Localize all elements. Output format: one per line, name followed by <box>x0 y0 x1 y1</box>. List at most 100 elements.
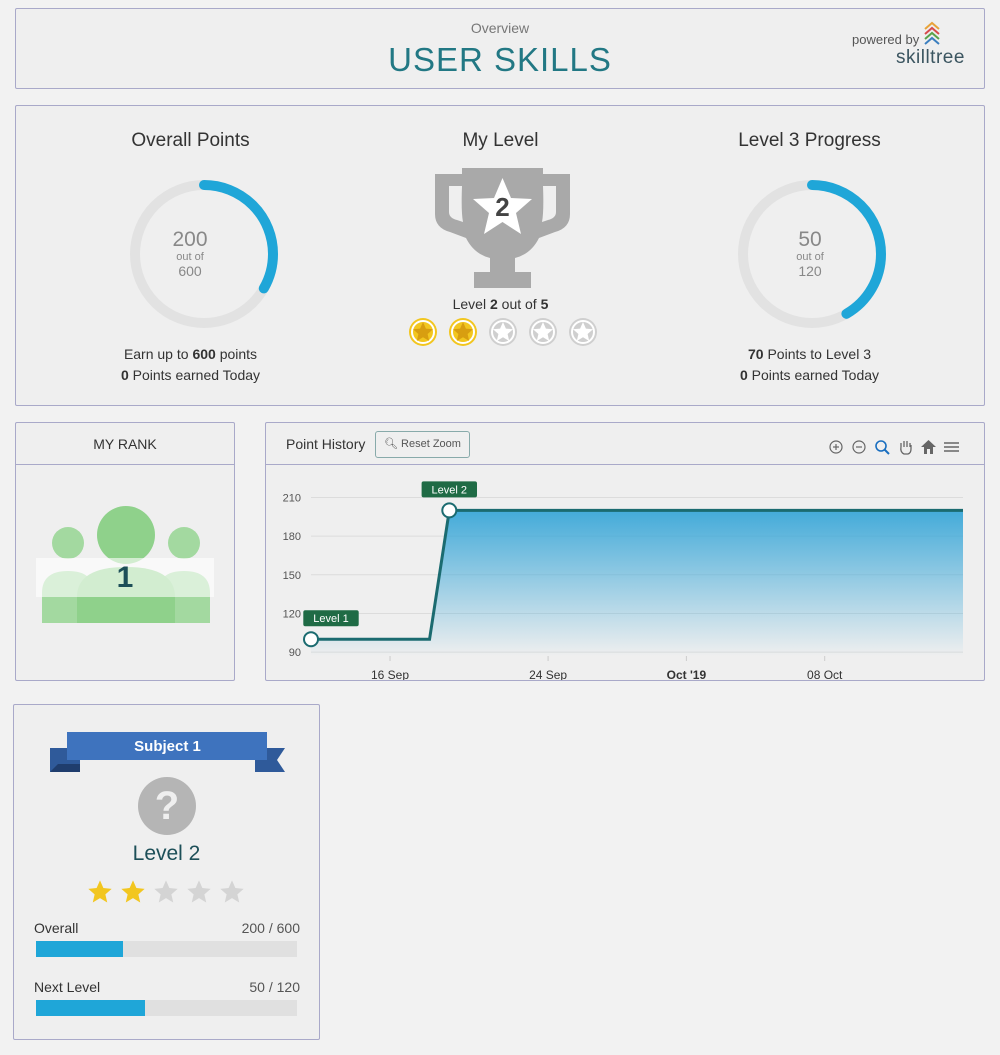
overall-points-panel: Overall Points 200 out of 600 Earn up to… <box>29 106 352 405</box>
page-title: USER SKILLS <box>388 41 612 78</box>
next-level-label: Next Level <box>34 979 101 995</box>
points-remaining-value: 70 <box>748 346 764 362</box>
star-empty-icon <box>529 318 557 346</box>
overall-points-title: Overall Points <box>131 130 250 151</box>
overall-value: 200 / 600 <box>241 920 300 936</box>
overall-points-out-of: out of <box>176 251 204 263</box>
zoom-out-icon[interactable] <box>851 438 868 455</box>
x-tick-label: Oct '19 <box>667 668 707 680</box>
points-to-level-line: 70 Points to Level 3 <box>648 346 971 362</box>
overall-points-total: 600 <box>178 263 202 279</box>
y-tick-label: 120 <box>283 608 301 620</box>
svg-text:Level 2: Level 2 <box>432 484 467 496</box>
star-empty-icon <box>489 318 517 346</box>
star-empty-icon <box>220 880 244 903</box>
point-history-title: Point History <box>286 436 366 452</box>
level-progress-value: 50 <box>798 228 822 251</box>
next-level-value: 50 / 120 <box>249 979 300 995</box>
trophy-level-number: 2 <box>495 192 509 222</box>
reset-zoom-button[interactable]: 🔍︎ Reset Zoom <box>375 431 470 458</box>
pan-icon[interactable] <box>897 438 914 455</box>
subject-card[interactable]: Subject 1 ? Level 2 Overall 200 / 600 Ne… <box>13 704 320 1040</box>
my-level-panel: My Level 2 Level 2 out of 5 <box>339 106 662 405</box>
annotation-label: Level 1 <box>303 610 359 627</box>
point-history-chart[interactable]: 9012015018021016 Sep 24 Sep Oct '19 08 Oct … <box>266 466 984 680</box>
points-today-line: 0 Points earned Today <box>29 367 352 383</box>
my-rank-card[interactable]: MY RANK 1 <box>15 422 235 681</box>
overall-progress-bar <box>36 941 297 957</box>
next-level-progress-fill <box>36 1000 145 1016</box>
subject-level: Level 2 <box>132 842 201 865</box>
chart-toolbar <box>828 438 960 455</box>
y-tick-label: 150 <box>283 570 301 582</box>
powered-by-label: powered by <box>852 32 920 47</box>
menu-icon[interactable] <box>943 438 960 455</box>
progress-today-label: Points earned Today <box>751 367 880 383</box>
next-level-progress-bar <box>36 1000 297 1016</box>
x-tick-label: 24 Sep <box>529 668 567 680</box>
star-empty-icon <box>187 880 211 903</box>
overview-label: Overview <box>470 20 530 36</box>
reset-zoom-label: Reset Zoom <box>401 438 461 450</box>
overall-label: Overall <box>34 920 79 936</box>
y-tick-label: 180 <box>283 531 301 543</box>
level-out-of: out of <box>501 296 537 312</box>
earn-points-line: Earn up to 600 points <box>29 346 352 362</box>
level-word: Level <box>452 296 487 312</box>
point-history-header: Point History 🔍︎ Reset Zoom <box>266 423 984 465</box>
zoom-in-icon[interactable] <box>828 438 845 455</box>
earn-suffix: points <box>219 346 258 362</box>
annotation-label: Level 2 <box>421 481 478 498</box>
subject-name: Subject 1 <box>134 738 201 755</box>
powered-by-logo[interactable]: powered by skilltree <box>852 19 972 69</box>
points-today-label: Points earned Today <box>132 367 261 383</box>
level-progress-out-of: out of <box>796 251 824 263</box>
my-level-title: My Level <box>462 130 539 151</box>
selection-zoom-icon[interactable] <box>874 438 891 455</box>
star-earned-icon <box>121 880 145 903</box>
series-area <box>311 510 963 656</box>
progress-today-value: 0 <box>739 367 748 383</box>
progress-today-line: 0 Points earned Today <box>648 367 971 383</box>
star-earned-icon <box>88 880 112 903</box>
level-progress-title: Level 3 Progress <box>738 130 881 151</box>
level-stars <box>407 316 599 348</box>
overall-progress-fill <box>36 941 123 957</box>
summary-card: Overall Points 200 out of 600 Earn up to… <box>15 105 985 406</box>
subject-stars <box>86 878 246 906</box>
level-out-of-line: Level 2 out of 5 <box>339 296 662 312</box>
x-tick-label: 16 Sep <box>371 668 409 680</box>
header-card: Overview USER SKILLS powered by skilltre… <box>15 8 985 89</box>
overall-points-value: 200 <box>172 228 208 251</box>
star-earned-icon <box>449 318 477 346</box>
level-current: 2 <box>489 296 498 312</box>
star-empty-icon <box>154 880 178 903</box>
data-point <box>303 631 319 648</box>
skilltree-logo-icon <box>924 21 940 45</box>
overall-points-ring-text: 200 out of 600 <box>115 228 265 279</box>
my-rank-title: MY RANK <box>16 423 234 465</box>
level-progress-total: 120 <box>798 263 822 279</box>
star-earned-icon <box>409 318 437 346</box>
question-icon: ? <box>138 777 196 835</box>
rank-value: 1 <box>36 558 214 597</box>
star-empty-icon <box>569 318 597 346</box>
svg-text:Level 1: Level 1 <box>313 613 348 625</box>
y-tick-label: 210 <box>283 492 301 504</box>
point-history-card: Point History 🔍︎ Reset Zoom 90 120 150 180 2… <box>265 422 985 681</box>
level-max: 5 <box>540 296 549 312</box>
level-progress-panel: Level 3 Progress 50 out of 120 70 Points… <box>648 106 971 405</box>
trophy-icon: 2 <box>435 168 570 288</box>
brand-name: skilltree <box>896 47 965 68</box>
earn-value: 600 <box>192 346 216 362</box>
search-icon: 🔍︎ <box>384 438 398 450</box>
level-progress-ring-text: 50 out of 120 <box>735 228 885 279</box>
points-remaining-label: Points to Level 3 <box>767 346 871 362</box>
x-tick-label: 08 Oct <box>807 668 843 680</box>
svg-text:?: ? <box>155 784 179 828</box>
y-tick-label: 90 <box>289 647 301 659</box>
reset-home-icon[interactable] <box>920 438 937 455</box>
points-today-value: 0 <box>120 367 129 383</box>
earn-prefix: Earn up to <box>123 346 189 362</box>
data-point <box>441 502 458 519</box>
